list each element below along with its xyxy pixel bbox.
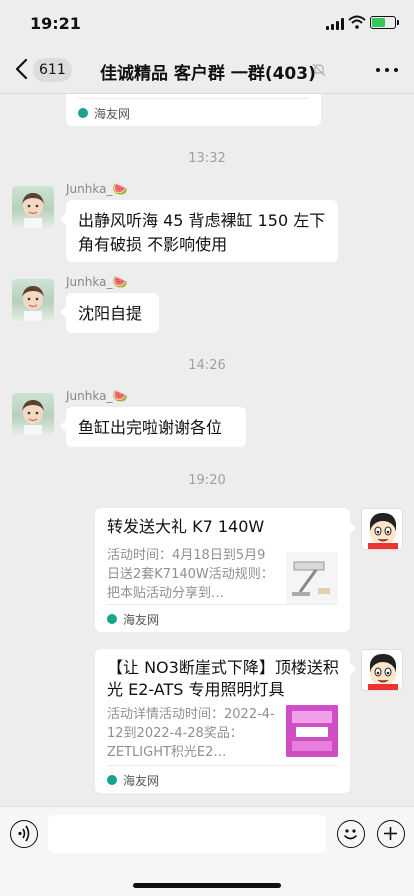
source-logo-icon xyxy=(107,614,117,624)
input-bar xyxy=(0,806,414,896)
status-bar: 19:21 xyxy=(0,0,414,46)
more-options-button[interactable] xyxy=(376,68,398,74)
avatar[interactable] xyxy=(12,393,54,435)
avatar[interactable] xyxy=(12,279,54,321)
link-card-partial[interactable]: 海友网 xyxy=(66,94,321,126)
link-card[interactable]: 转发送大礼 K7 140W 活动时间：4月18日到5月9日送2套K7140W活动… xyxy=(95,508,356,632)
chat-title: 佳诚精品 客户群 一群(403) xyxy=(100,64,316,84)
timestamp: 14:26 xyxy=(188,358,226,373)
product-thumbnail-icon xyxy=(286,552,338,604)
voice-icon xyxy=(18,825,30,842)
source-logo-icon xyxy=(107,775,117,785)
card-source: 海友网 xyxy=(123,774,160,788)
product-thumbnail-icon xyxy=(286,705,338,757)
status-time: 19:21 xyxy=(30,14,81,33)
emoji-button[interactable] xyxy=(337,820,365,848)
link-card[interactable]: 【让 NO3断崖式下降】顶楼送积光 E2-ATS 专用照明灯具 活动详情活动时间… xyxy=(95,649,356,793)
card-source: 海友网 xyxy=(94,107,131,121)
card-footer: 海友网 xyxy=(107,604,338,632)
message-input[interactable] xyxy=(48,815,326,853)
back-button[interactable] xyxy=(12,56,32,82)
chat-header: 611 佳诚精品 客户群 一群(403) xyxy=(0,46,414,94)
source-logo-icon xyxy=(78,108,88,118)
wifi-icon xyxy=(348,15,366,29)
sender-name: Junhka_🍉 xyxy=(66,389,128,403)
message-bubble[interactable]: 鱼缸出完啦谢谢各位 xyxy=(60,407,246,447)
card-footer: 海友网 xyxy=(78,98,309,126)
message-bubble[interactable]: 出静风听海 45 背虑裸缸 150 左下 角有破损 不影响使用 xyxy=(60,200,338,262)
avatar[interactable] xyxy=(361,508,403,550)
timestamp: 13:32 xyxy=(188,151,226,166)
card-source: 海友网 xyxy=(123,613,160,627)
card-title: 【让 NO3断崖式下降】顶楼送积光 E2-ATS 专用照明灯具 xyxy=(107,658,339,699)
sender-name: Junhka_🍉 xyxy=(66,275,128,289)
card-footer: 海友网 xyxy=(107,765,338,793)
chevron-left-icon xyxy=(15,58,28,80)
sender-name: Junhka_🍉 xyxy=(66,182,128,196)
voice-input-button[interactable] xyxy=(10,820,38,848)
mute-bell-icon xyxy=(312,63,326,77)
unread-count-badge[interactable]: 611 xyxy=(33,58,72,82)
avatar[interactable] xyxy=(361,649,403,691)
more-functions-button[interactable] xyxy=(377,820,405,848)
card-description: 活动详情活动时间：2022-4-12到2022-4-28奖品：ZETLIGHT积… xyxy=(107,707,275,760)
card-description: 活动时间：4月18日到5月9日送2套K7140W活动规则：把本贴活动分享到… xyxy=(107,548,274,601)
cellular-signal-icon xyxy=(326,18,344,30)
avatar[interactable] xyxy=(12,186,54,228)
message-bubble[interactable]: 沈阳自提 xyxy=(60,293,159,333)
message-list[interactable]: 海友网 13:32 Junhka_🍉 出静风听海 45 背虑裸缸 150 左下 … xyxy=(0,94,414,806)
card-title: 转发送大礼 K7 140W xyxy=(107,517,265,536)
home-indicator xyxy=(133,883,281,888)
smiley-icon xyxy=(344,829,357,840)
battery-icon xyxy=(370,16,399,29)
plus-icon xyxy=(384,827,397,840)
timestamp: 19:20 xyxy=(188,473,226,488)
